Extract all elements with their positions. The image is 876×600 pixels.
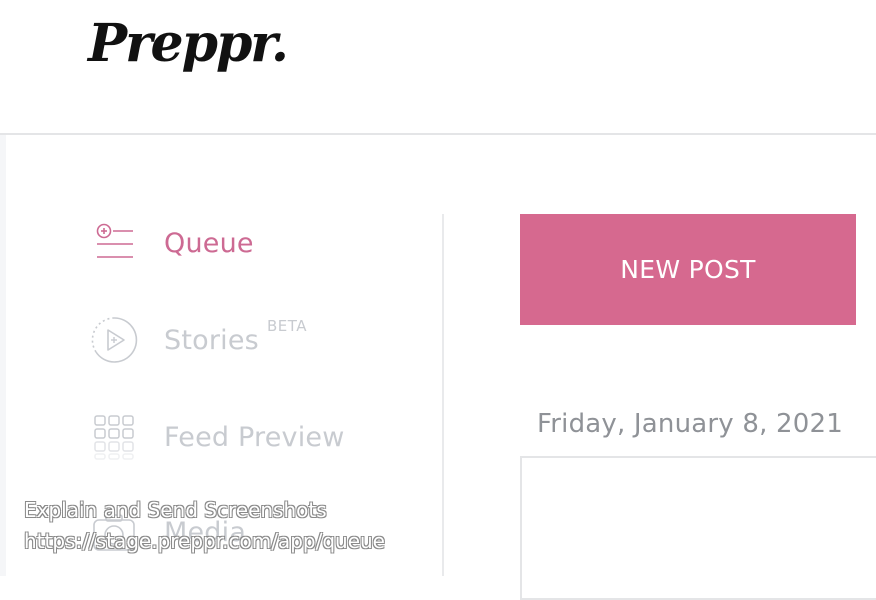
sidebar-item-queue[interactable]: Queue: [90, 219, 254, 267]
overlay-url: https://stage.preppr.com/app/queue: [24, 529, 385, 553]
stories-play-icon: [90, 316, 138, 364]
new-post-button[interactable]: NEW POST: [520, 214, 856, 325]
post-card[interactable]: [520, 456, 876, 600]
sidebar-item-label: Feed Preview: [164, 421, 345, 453]
left-rail: [0, 135, 6, 576]
top-bar: Preppr.: [0, 0, 876, 135]
sidebar-item-feed-preview[interactable]: Feed Preview: [90, 413, 345, 461]
sidebar-item-label: Stories: [164, 324, 259, 356]
date-heading: Friday, January 8, 2021: [537, 409, 843, 439]
beta-badge: BETA: [266, 317, 307, 335]
preppr-logo[interactable]: Preppr.: [88, 18, 289, 70]
overlay-title: Explain and Send Screenshots: [24, 498, 327, 522]
queue-icon: [90, 219, 138, 267]
sidebar-item-stories[interactable]: Stories BETA: [90, 316, 307, 364]
sidebar-divider: [442, 214, 444, 576]
sidebar-item-label: Queue: [164, 227, 254, 259]
grid-icon: [90, 413, 138, 461]
screenshot-overlay: Explain and Send Screenshots https://sta…: [24, 495, 385, 557]
